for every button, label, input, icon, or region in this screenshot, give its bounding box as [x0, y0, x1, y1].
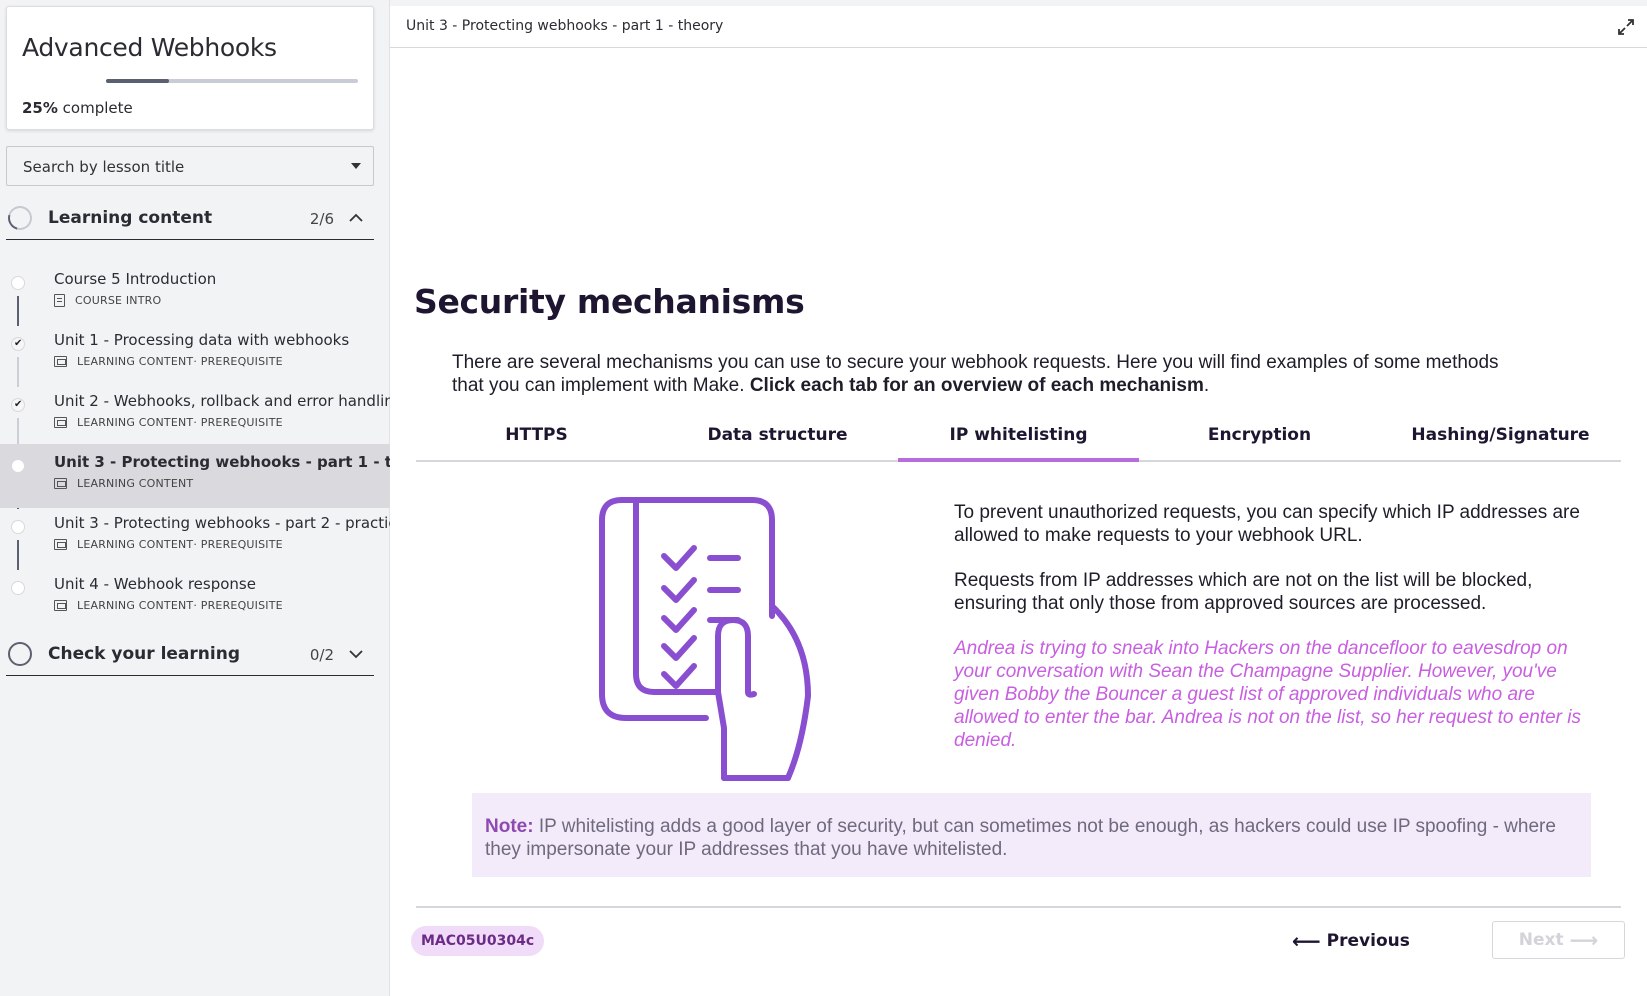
- section-count: 0/2: [309, 646, 334, 664]
- next-label: Next: [1518, 930, 1564, 950]
- next-button[interactable]: Next ⟶: [1492, 921, 1625, 959]
- lesson-title: Unit 4 - Webhook response: [54, 575, 256, 593]
- lesson-meta: LEARNING CONTENT · PREREQUISITE: [54, 416, 283, 429]
- slides-icon: [54, 417, 67, 428]
- checklist-hand-illustration: [599, 497, 811, 781]
- lesson-type: COURSE INTRO: [75, 294, 162, 307]
- lesson-meta: LEARNING CONTENT: [54, 477, 193, 490]
- lesson-meta: LEARNING CONTENT · PREREQUISITE: [54, 355, 283, 368]
- story-example: Andrea is trying to sneak into Hackers o…: [954, 638, 1582, 751]
- slides-icon: [54, 539, 67, 550]
- lesson-title: Unit 3 - Protecting webhooks - part 1 - …: [54, 453, 441, 471]
- lesson-code-badge: MAC05U0304c: [411, 926, 545, 956]
- progress-percent: 25%: [22, 99, 58, 117]
- course-card: Advanced Webhooks 25% complete: [6, 6, 374, 130]
- tab-encryption[interactable]: Encryption: [1139, 416, 1380, 460]
- lesson-item[interactable]: ✔ Unit 2 - Webhooks, rollback and error …: [0, 383, 403, 447]
- slides-icon: [54, 478, 67, 489]
- lesson-status-dot: [11, 520, 25, 534]
- intro-end: .: [1203, 375, 1210, 396]
- note-callout: Note: IP whitelisting adds a good layer …: [472, 793, 1591, 877]
- previous-button[interactable]: ⟵ Previous: [1292, 922, 1410, 960]
- lesson-search-placeholder: Search by lesson title: [23, 158, 185, 176]
- tab-ip-whitelisting[interactable]: IP whitelisting: [898, 416, 1139, 462]
- mechanism-description: To prevent unauthorized requests, you ca…: [954, 501, 1604, 774]
- lesson-status-dot: [11, 276, 25, 290]
- section-learning-content[interactable]: Learning content 2/6: [3, 196, 374, 240]
- lesson-title: Unit 2 - Webhooks, rollback and error ha…: [54, 392, 404, 410]
- lesson-item-active[interactable]: Unit 3 - Protecting webhooks - part 1 - …: [0, 444, 440, 508]
- lesson-status-dot: [11, 459, 25, 473]
- lesson-meta: LEARNING CONTENT · PREREQUISITE: [54, 538, 283, 551]
- mechanism-tabs: HTTPS Data structure IP whitelisting Enc…: [416, 416, 1621, 462]
- lesson-title: Unit 1 - Processing data with webhooks: [54, 331, 350, 349]
- footer-divider: [416, 906, 1621, 908]
- course-progress-fill: [106, 79, 169, 83]
- caret-down-icon: [351, 163, 361, 169]
- breadcrumb: Unit 3 - Protecting webhooks - part 1 - …: [406, 18, 724, 34]
- lesson-type: LEARNING CONTENT: [77, 599, 194, 612]
- lesson-meta: COURSE INTRO: [54, 294, 161, 307]
- tab-hashing-signature[interactable]: Hashing/Signature: [1380, 416, 1621, 460]
- lesson-title: Course 5 Introduction: [54, 270, 217, 288]
- tab-data-structure[interactable]: Data structure: [657, 416, 898, 460]
- section-label: Learning content: [48, 208, 213, 228]
- chevron-up-icon: [349, 213, 363, 222]
- lesson-item[interactable]: Unit 4 - Webhook response LEARNING CONTE…: [0, 566, 390, 630]
- progress-suffix: complete: [57, 99, 133, 117]
- intro-paragraph: There are several mechanisms you can use…: [452, 351, 1512, 397]
- slides-icon: [54, 600, 67, 611]
- description-paragraph-2: Requests from IP addresses which are not…: [954, 570, 1533, 614]
- lesson-prerequisite: · PREREQUISITE: [193, 355, 283, 368]
- lesson-content-pane: Unit 3 - Protecting webhooks - part 1 - …: [390, 6, 1647, 996]
- note-label: Note:: [485, 816, 534, 837]
- section-count: 2/6: [309, 210, 334, 228]
- lesson-type: LEARNING CONTENT: [77, 355, 194, 368]
- description-paragraph-1: To prevent unauthorized requests, you ca…: [954, 502, 1580, 546]
- page-title: Security mechanisms: [414, 282, 805, 321]
- lesson-prerequisite: · PREREQUISITE: [193, 416, 283, 429]
- section-label: Check your learning: [48, 644, 240, 664]
- previous-label: Previous: [1326, 931, 1410, 951]
- intro-bold-text: Click each tab for an overview of each m…: [749, 375, 1204, 396]
- lesson-type: LEARNING CONTENT: [77, 416, 194, 429]
- lesson-meta: LEARNING CONTENT · PREREQUISITE: [54, 599, 283, 612]
- sidebar: Advanced Webhooks 25% complete Search by…: [0, 0, 440, 996]
- lesson-item[interactable]: ✔ Unit 1 - Processing data with webhooks…: [0, 322, 390, 386]
- lesson-item[interactable]: Course 5 Introduction COURSE INTRO: [0, 261, 390, 325]
- lesson-status-dot: [11, 581, 25, 595]
- course-progress-bar: [106, 79, 358, 83]
- lesson-topbar: Unit 3 - Protecting webhooks - part 1 - …: [390, 6, 1647, 48]
- expand-icon[interactable]: [1617, 18, 1635, 36]
- checkmark-icon: ✔: [14, 338, 23, 349]
- progress-ring-icon: [3, 201, 37, 235]
- lesson-status-dot: ✔: [11, 337, 25, 351]
- slides-icon: [54, 356, 67, 367]
- document-icon: [54, 294, 65, 307]
- checkmark-icon: ✔: [14, 399, 23, 410]
- lesson-prerequisite: · PREREQUISITE: [193, 538, 283, 551]
- arrow-right-icon: ⟶: [1569, 928, 1599, 952]
- lesson-status-dot: ✔: [11, 398, 25, 412]
- lesson-type: LEARNING CONTENT: [77, 538, 194, 551]
- progress-ring-icon: [8, 642, 32, 666]
- section-check-your-learning[interactable]: Check your learning 0/2: [6, 632, 374, 676]
- note-text: IP whitelisting adds a good layer of sec…: [485, 816, 1556, 860]
- chevron-down-icon: [349, 650, 363, 659]
- lesson-prerequisite: · PREREQUISITE: [193, 599, 283, 612]
- lesson-search-select[interactable]: Search by lesson title: [6, 146, 374, 186]
- lesson-type: LEARNING CONTENT: [77, 477, 194, 490]
- lesson-item[interactable]: Unit 3 - Protecting webhooks - part 2 - …: [0, 505, 406, 569]
- course-progress-text: 25% complete: [22, 99, 133, 117]
- course-title: Advanced Webhooks: [22, 33, 277, 62]
- tab-https[interactable]: HTTPS: [416, 416, 657, 460]
- arrow-left-icon: ⟵: [1292, 929, 1321, 953]
- lesson-title: Unit 3 - Protecting webhooks - part 2 - …: [54, 514, 406, 532]
